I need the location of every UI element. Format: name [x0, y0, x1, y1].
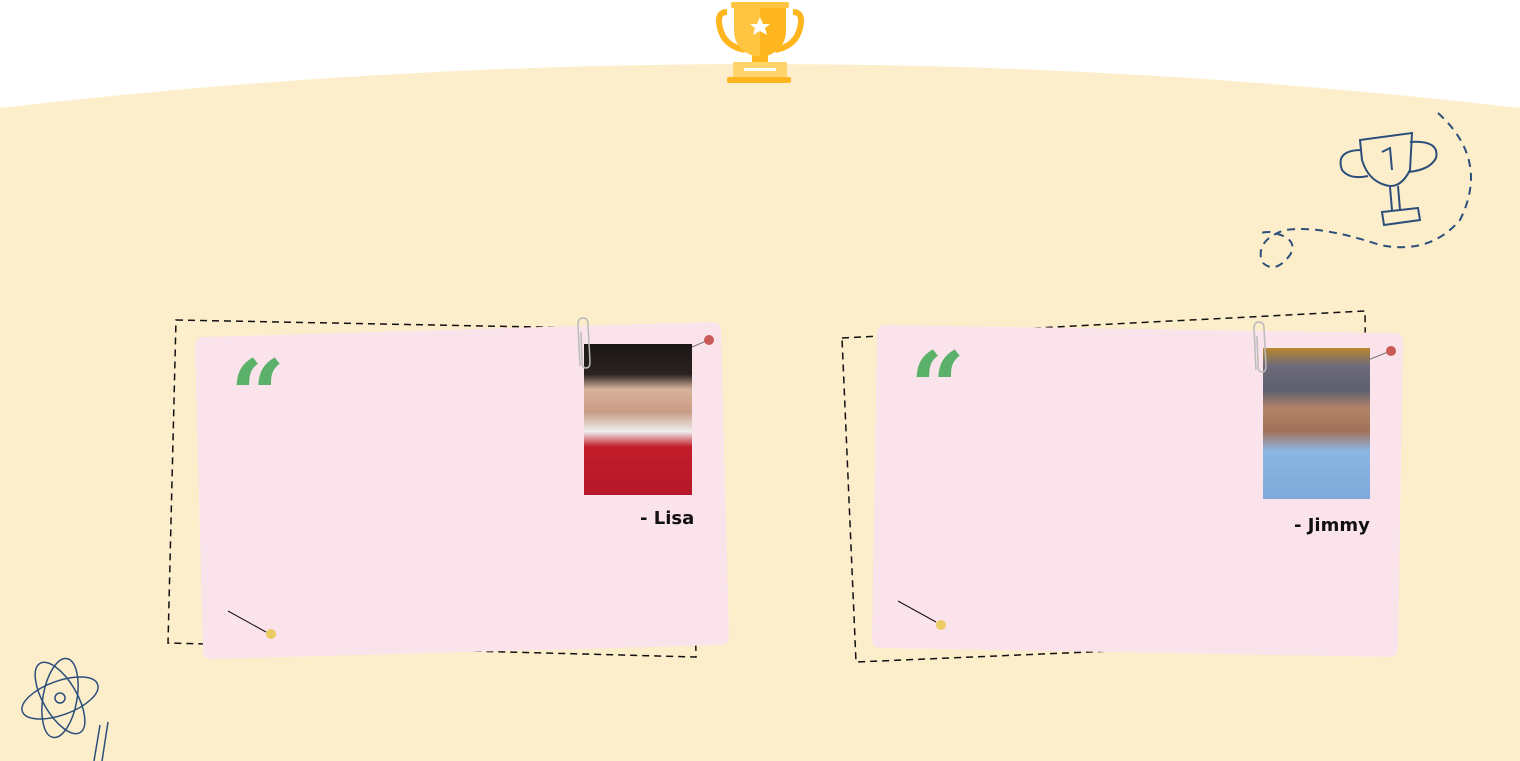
paperclip-icon: [1253, 321, 1267, 373]
quote-icon: “: [910, 331, 966, 444]
pin-icon: [936, 620, 946, 630]
pin-icon: [266, 629, 276, 639]
pin-icon: [1386, 346, 1396, 356]
photo-jimmy: [1263, 348, 1370, 499]
quote-icon: “: [230, 339, 286, 452]
author-name: - Jimmy: [1294, 515, 1370, 536]
pin-icon: [704, 335, 714, 345]
photo-lisa: [584, 344, 692, 495]
author-name: - Lisa: [640, 508, 695, 529]
paperclip-icon: [577, 317, 591, 369]
